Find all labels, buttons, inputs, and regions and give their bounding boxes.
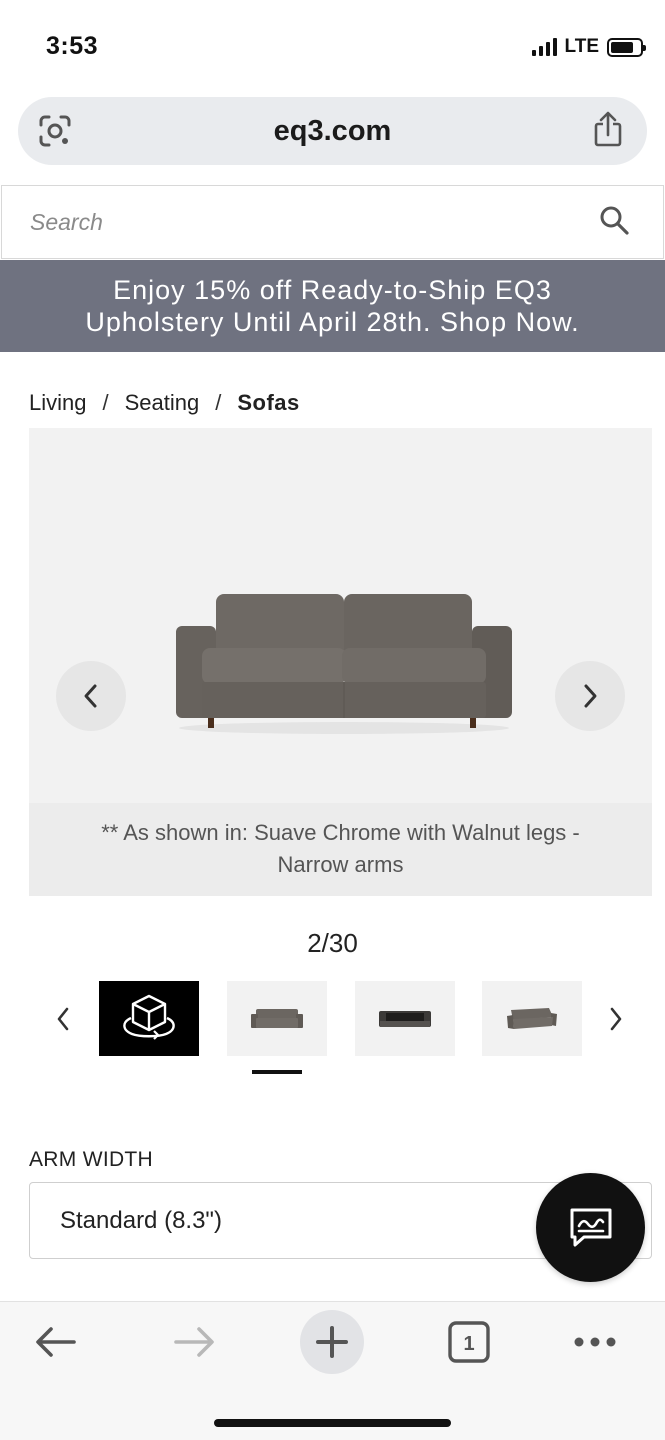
thumbnail-sofa-bed[interactable] — [355, 981, 455, 1056]
arm-width-label: ARM WIDTH — [29, 1148, 154, 1171]
chat-icon — [570, 1208, 611, 1246]
forward-button[interactable] — [162, 1310, 226, 1374]
breadcrumb-item-sofas: Sofas — [237, 390, 300, 415]
search-icon[interactable] — [599, 205, 629, 235]
more-dots-icon — [574, 1337, 616, 1347]
new-tab-button[interactable] — [300, 1310, 364, 1374]
share-icon[interactable] — [591, 111, 625, 149]
promo-line-2: Upholstery Until April 28th. Shop Now. — [85, 307, 580, 337]
network-label: LTE — [564, 36, 599, 57]
gallery-next-button[interactable] — [555, 661, 625, 731]
breadcrumb-item-living[interactable]: Living — [29, 390, 86, 416]
thumbnails-next-button[interactable] — [604, 1004, 628, 1034]
arrow-left-icon — [36, 1327, 76, 1357]
arrow-right-icon — [174, 1327, 214, 1357]
3d-rotate-icon — [123, 994, 175, 1040]
tab-switcher-button[interactable]: 1 — [437, 1310, 501, 1374]
promo-line-1: Enjoy 15% off Ready-to-Ship EQ3 — [113, 275, 552, 305]
status-bar: 3:53 LTE — [0, 0, 665, 92]
chevron-left-icon — [57, 1007, 69, 1031]
more-menu-button[interactable] — [563, 1310, 627, 1374]
sofa-product-image — [176, 594, 512, 734]
active-thumbnail-indicator — [252, 1070, 302, 1074]
thumbnails-prev-button[interactable] — [51, 1004, 75, 1034]
signal-icon — [531, 38, 557, 56]
home-indicator — [214, 1419, 451, 1427]
breadcrumb-separator: / — [102, 390, 109, 415]
caption-line-1: ** As shown in: Suave Chrome with Walnut… — [101, 820, 580, 845]
sofa-bed-thumbnail — [379, 1010, 431, 1027]
image-caption: ** As shown in: Suave Chrome with Walnut… — [29, 803, 652, 896]
breadcrumb-item-seating[interactable]: Seating — [125, 390, 200, 416]
arm-width-value: Standard (8.3") — [60, 1207, 222, 1234]
thumbnail-sofa-angle[interactable] — [482, 981, 582, 1056]
sofa-angle-thumbnail — [507, 1007, 557, 1029]
breadcrumb: Living / Seating / Sofas — [29, 390, 300, 416]
caption-line-2: Narrow arms — [277, 852, 404, 877]
status-time: 3:53 — [46, 32, 99, 60]
product-image-gallery: ** As shown in: Suave Chrome with Walnut… — [29, 428, 652, 896]
search-box — [1, 185, 664, 259]
chevron-right-icon — [584, 684, 597, 708]
status-indicators: LTE — [531, 36, 646, 58]
search-input[interactable] — [30, 202, 570, 242]
plus-icon — [316, 1326, 348, 1358]
battery-icon — [607, 37, 646, 57]
chevron-right-icon — [610, 1007, 622, 1031]
sofa-thumbnail — [251, 1008, 303, 1028]
gallery-prev-button[interactable] — [56, 661, 126, 731]
address-bar[interactable]: eq3.com — [18, 97, 647, 165]
back-button[interactable] — [24, 1310, 88, 1374]
browser-toolbar: 1 — [0, 1301, 665, 1440]
url-text: eq3.com — [273, 115, 392, 147]
tabs-count: 1 — [463, 1333, 474, 1355]
breadcrumb-separator: / — [215, 390, 222, 415]
chevron-left-icon — [84, 684, 97, 708]
image-counter: 2/30 — [307, 928, 358, 958]
chat-button[interactable] — [536, 1173, 645, 1282]
thumbnail-3d-view[interactable] — [99, 981, 199, 1056]
thumbnail-sofa-front[interactable] — [227, 981, 327, 1056]
tabs-icon: 1 — [448, 1321, 490, 1363]
promo-banner[interactable]: Enjoy 15% off Ready-to-Ship EQ3 Upholste… — [0, 260, 665, 352]
